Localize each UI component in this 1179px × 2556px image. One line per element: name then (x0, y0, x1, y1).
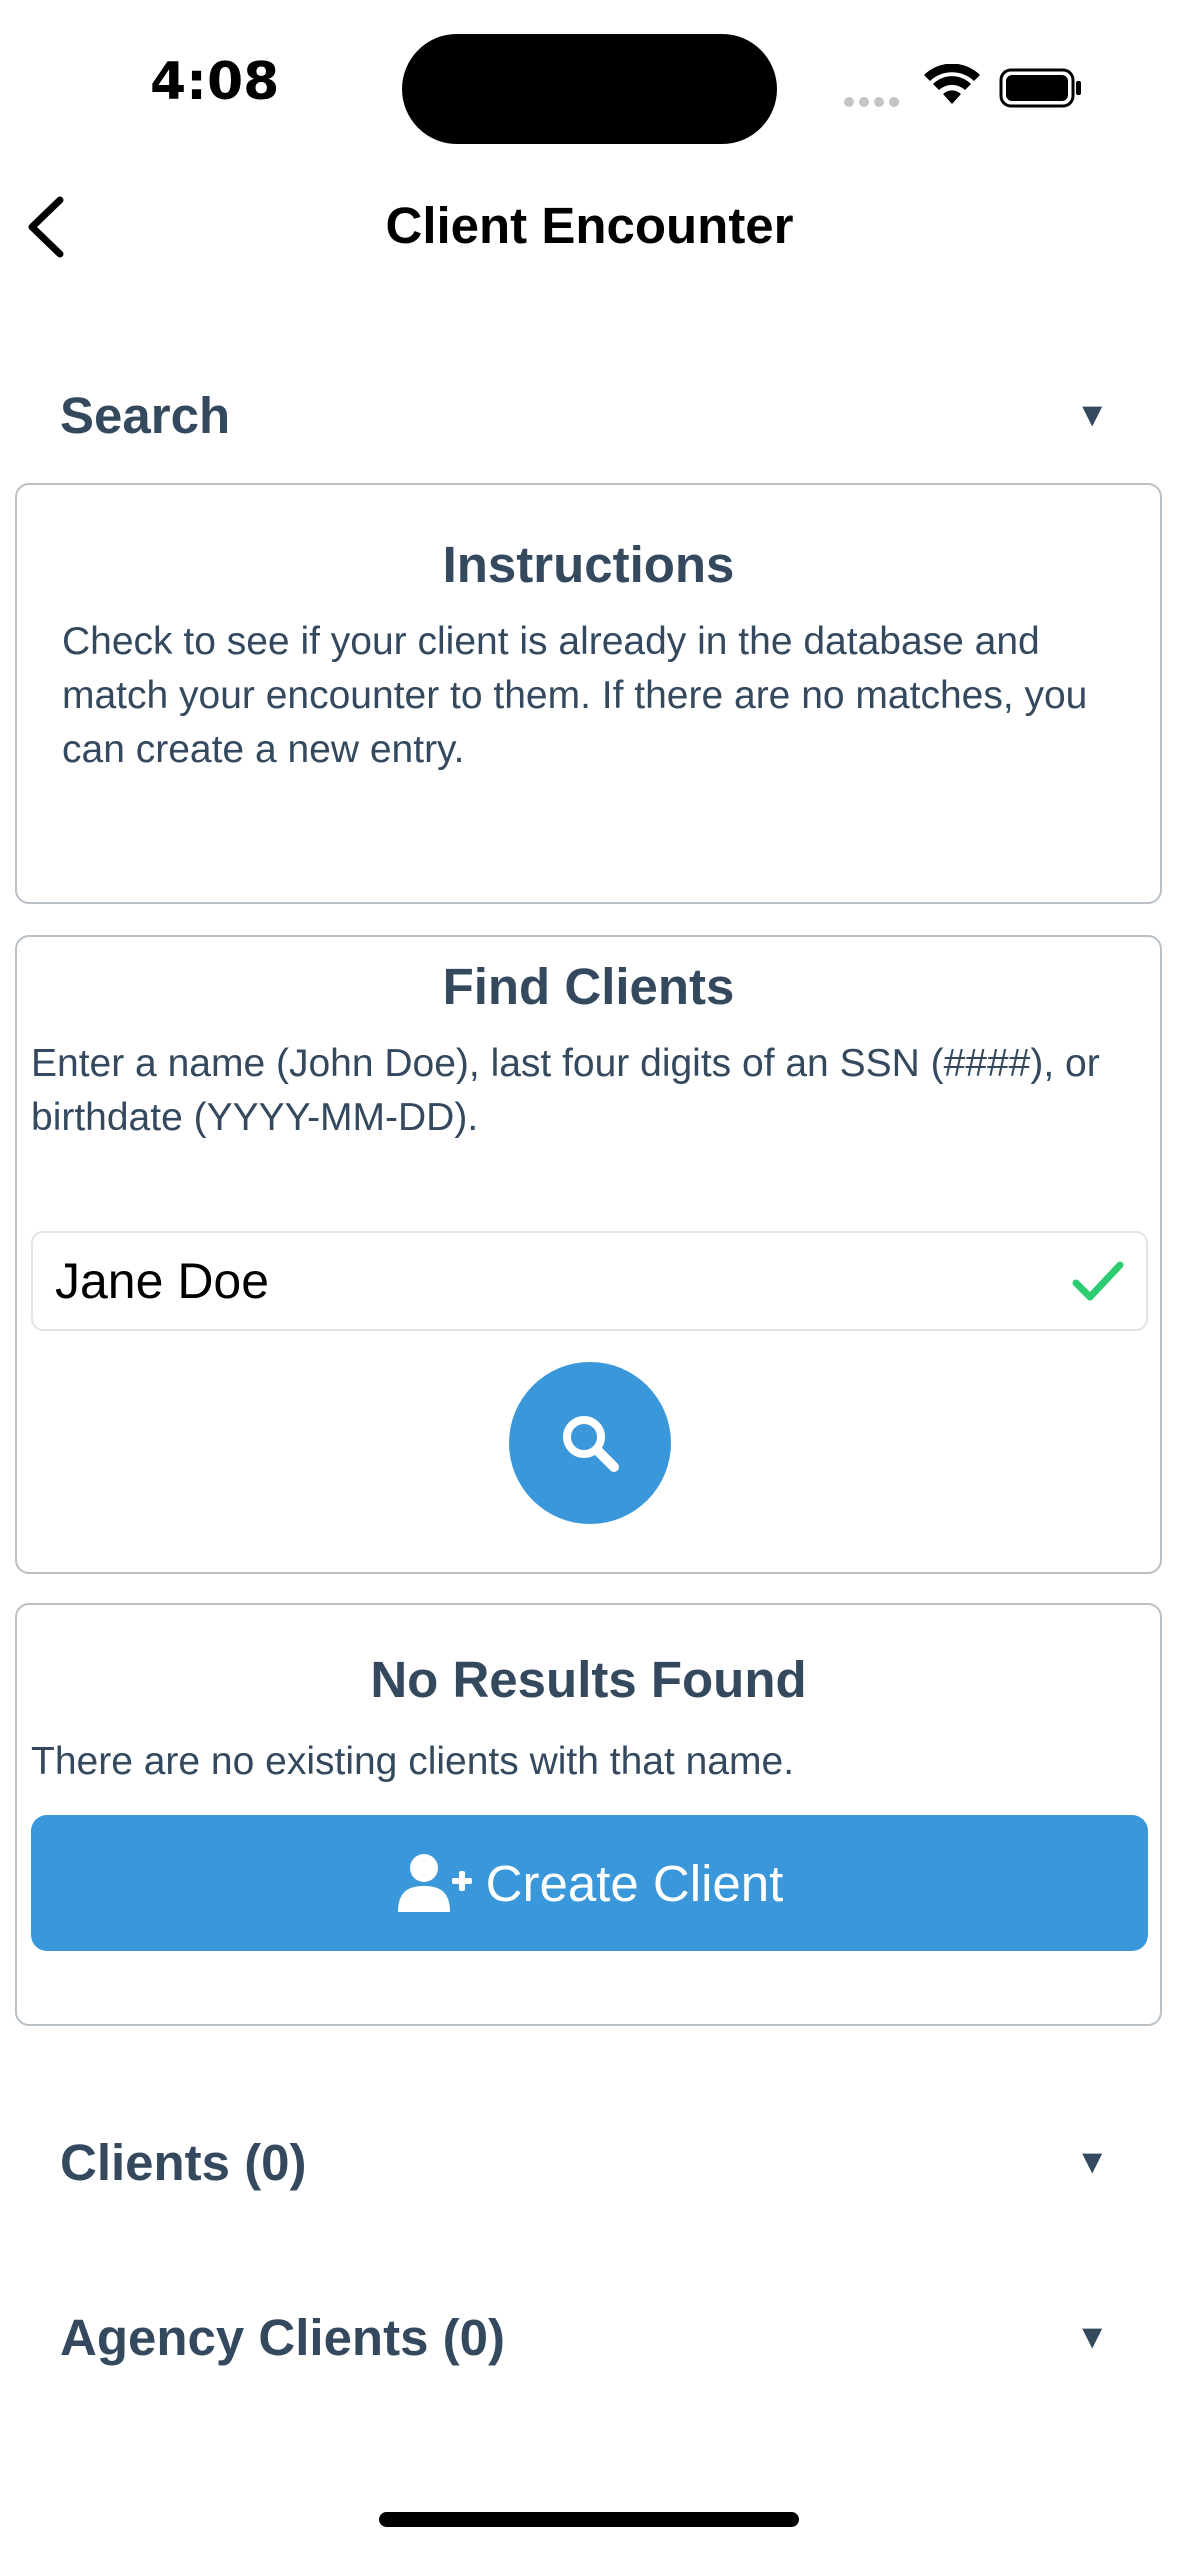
add-user-icon (397, 1854, 472, 1912)
page-title: Client Encounter (385, 197, 794, 254)
instructions-title: Instructions (442, 536, 735, 593)
home-indicator[interactable] (379, 2512, 799, 2527)
agency-clients-section-label: Agency Clients (0) (60, 2308, 505, 2366)
no-results-text: There are no existing clients with that … (31, 1740, 795, 1783)
caret-down-icon: ▼ (1075, 2317, 1109, 2356)
clients-section-label: Clients (0) (60, 2133, 307, 2191)
status-time: 4:08 (150, 52, 280, 112)
cellular-signal-icon (844, 94, 904, 112)
search-section-header[interactable]: Search ▼ (60, 370, 1119, 460)
search-button[interactable] (509, 1362, 671, 1524)
dynamic-island (402, 34, 777, 144)
clients-section-header[interactable]: Clients (0) ▼ (60, 2117, 1119, 2207)
agency-clients-section-header[interactable]: Agency Clients (0) ▼ (60, 2292, 1119, 2382)
no-results-title: No Results Found (370, 1651, 807, 1708)
search-section-label: Search (60, 386, 231, 444)
find-clients-instructions: Enter a name (John Doe), last four digit… (31, 1042, 1100, 1139)
screen: 4:08 Client Encounter Search ▼ Instructi… (0, 0, 1179, 2556)
caret-down-icon: ▼ (1075, 395, 1109, 434)
search-input-value: Jane Doe (55, 1253, 270, 1309)
checkmark-icon (1072, 1261, 1124, 1301)
create-client-button[interactable]: Create Client (31, 1815, 1148, 1951)
create-client-label: Create Client (485, 1854, 784, 1912)
no-results-card: No Results Found There are no existing c… (15, 1603, 1162, 2026)
magnifying-glass-icon (563, 1416, 619, 1472)
find-clients-title: Find Clients (442, 958, 735, 1015)
instructions-text: Check to see if your client is already i… (62, 620, 1088, 771)
instructions-card: Instructions Check to see if your client… (15, 483, 1162, 904)
battery-icon (999, 68, 1083, 113)
client-search-input[interactable]: Jane Doe (31, 1231, 1148, 1331)
wifi-icon (924, 63, 980, 111)
caret-down-icon: ▼ (1075, 2142, 1109, 2181)
find-clients-card: Find Clients Enter a name (John Doe), la… (15, 935, 1162, 1574)
